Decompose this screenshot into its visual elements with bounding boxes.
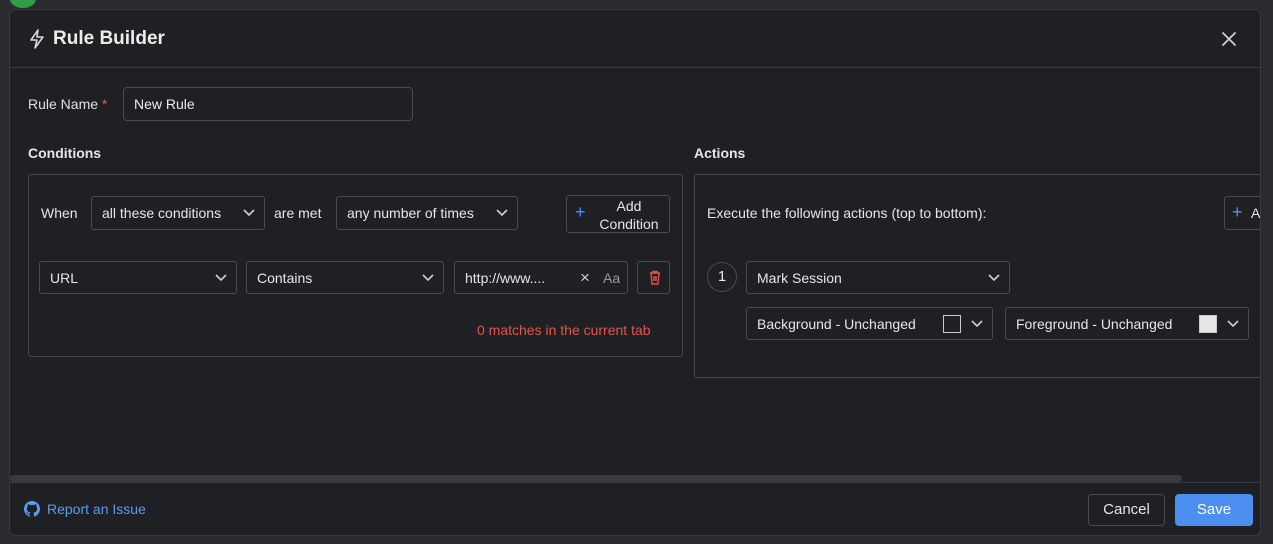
background-color-label: Background - Unchanged xyxy=(757,315,916,332)
rule-name-label-text: Rule Name xyxy=(28,96,99,112)
modal-header: Rule Builder xyxy=(10,10,1260,68)
github-icon xyxy=(24,501,40,517)
rule-name-label: Rule Name * xyxy=(28,96,107,112)
condition-operator-value: Contains xyxy=(257,269,313,286)
action-type-value: Mark Session xyxy=(757,269,842,286)
foreground-color-swatch xyxy=(1199,315,1217,333)
required-mark: * xyxy=(101,96,108,112)
report-issue-text: Report an Issue xyxy=(47,501,146,517)
condition-field-value: URL xyxy=(50,269,79,286)
matches-count-text: 0 matches in the current tab xyxy=(477,322,651,338)
background-color-select[interactable]: Background - Unchanged xyxy=(746,307,993,340)
horizontal-scrollbar-thumb[interactable] xyxy=(10,475,1182,482)
condition-field-select[interactable]: URL xyxy=(39,261,237,294)
chevron-down-icon xyxy=(215,273,227,281)
chevron-down-icon xyxy=(496,209,508,217)
condition-value-input[interactable]: http://www.... × Aa xyxy=(454,261,628,294)
conditions-title: Conditions xyxy=(28,145,102,161)
foreground-color-select[interactable]: Foreground - Unchanged xyxy=(1005,307,1249,340)
actions-panel: Execute the following actions (top to bo… xyxy=(694,174,1261,378)
cancel-button[interactable]: Cancel xyxy=(1088,494,1165,526)
add-condition-label: Add Condition xyxy=(599,198,659,232)
close-icon[interactable] xyxy=(1218,28,1240,50)
modal-title: Rule Builder xyxy=(53,28,165,49)
background-color-swatch xyxy=(943,315,961,333)
condition-operator-select[interactable]: Contains xyxy=(246,261,444,294)
clear-icon[interactable]: × xyxy=(580,268,590,288)
chevron-down-icon xyxy=(971,319,983,327)
match-mode-value: all these conditions xyxy=(102,205,222,221)
add-condition-button[interactable]: + Add Condition xyxy=(566,195,670,233)
lightning-bolt-icon xyxy=(30,29,44,49)
plus-icon: + xyxy=(1232,202,1243,222)
modal-footer: Report an Issue Cancel Save xyxy=(10,482,1260,535)
add-action-label: A xyxy=(1251,205,1261,221)
chevron-down-icon xyxy=(988,273,1000,281)
frequency-select[interactable]: any number of times xyxy=(336,196,518,230)
match-mode-select[interactable]: all these conditions xyxy=(91,196,265,230)
chevron-down-icon xyxy=(1227,319,1239,327)
trash-icon xyxy=(650,270,660,285)
actions-title: Actions xyxy=(694,145,746,161)
case-sensitive-icon[interactable]: Aa xyxy=(603,270,620,286)
chevron-down-icon xyxy=(243,209,255,217)
conditions-panel: When all these conditions are met any nu… xyxy=(28,174,683,357)
when-label: When xyxy=(41,205,78,221)
condition-value-text: http://www.... xyxy=(465,269,546,286)
save-button[interactable]: Save xyxy=(1175,494,1253,526)
app-status-dot xyxy=(10,0,36,8)
actions-description: Execute the following actions (top to bo… xyxy=(707,205,987,221)
frequency-value: any number of times xyxy=(347,205,474,221)
add-action-button[interactable]: + A xyxy=(1224,196,1261,230)
rule-name-input[interactable] xyxy=(123,87,413,121)
report-issue-link[interactable]: Report an Issue xyxy=(24,501,146,517)
action-type-select[interactable]: Mark Session xyxy=(746,261,1010,294)
chevron-down-icon xyxy=(422,273,434,281)
delete-condition-button[interactable] xyxy=(637,261,670,294)
foreground-color-label: Foreground - Unchanged xyxy=(1016,315,1173,332)
action-step-number: 1 xyxy=(707,262,737,292)
plus-icon: + xyxy=(575,202,586,222)
are-met-label: are met xyxy=(274,205,322,221)
rule-builder-modal: Rule Builder Rule Name * Conditions When… xyxy=(9,9,1261,536)
